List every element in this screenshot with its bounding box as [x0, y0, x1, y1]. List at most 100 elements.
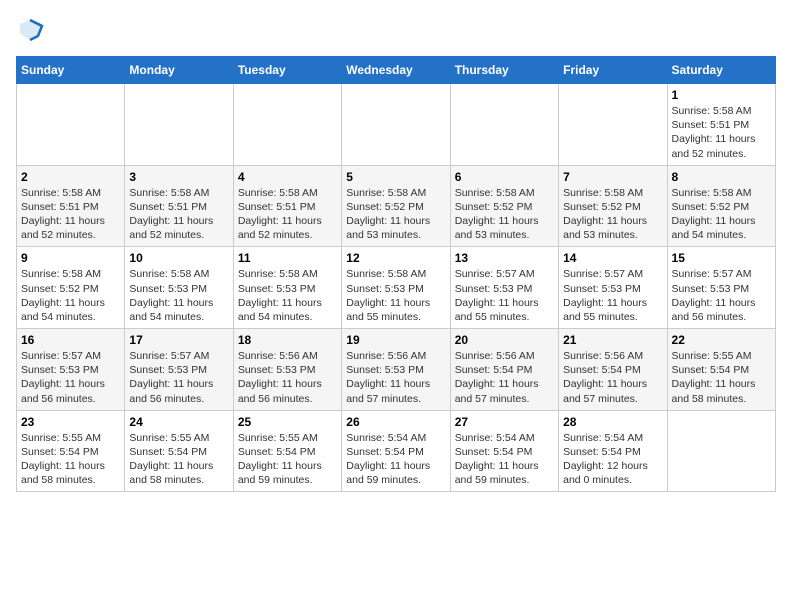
calendar-header-saturday: Saturday — [667, 57, 775, 84]
calendar-cell: 15 Sunrise: 5:57 AM Sunset: 5:53 PM Dayli… — [667, 247, 775, 329]
calendar-week-row: 16 Sunrise: 5:57 AM Sunset: 5:53 PM Dayli… — [17, 329, 776, 411]
calendar-week-row: 2 Sunrise: 5:58 AM Sunset: 5:51 PM Daylig… — [17, 165, 776, 247]
day-info: Sunrise: 5:54 AM Sunset: 5:54 PM Dayligh… — [346, 431, 445, 488]
day-number: 17 — [129, 333, 228, 347]
calendar-cell — [342, 84, 450, 166]
calendar-cell — [450, 84, 558, 166]
calendar-cell: 28 Sunrise: 5:54 AM Sunset: 5:54 PM Dayli… — [559, 410, 667, 492]
day-info: Sunrise: 5:58 AM Sunset: 5:53 PM Dayligh… — [238, 267, 337, 324]
page-header — [16, 16, 776, 44]
calendar-week-row: 9 Sunrise: 5:58 AM Sunset: 5:52 PM Daylig… — [17, 247, 776, 329]
calendar-cell: 4Sunrise: 5:58 AM Sunset: 5:51 PM Daylig… — [233, 165, 341, 247]
day-number: 8 — [672, 170, 771, 184]
day-number: 16 — [21, 333, 120, 347]
calendar-header-friday: Friday — [559, 57, 667, 84]
calendar-cell: 25 Sunrise: 5:55 AM Sunset: 5:54 PM Dayli… — [233, 410, 341, 492]
day-number: 19 — [346, 333, 445, 347]
day-info: Sunrise: 5:56 AM Sunset: 5:53 PM Dayligh… — [238, 349, 337, 406]
day-info: Sunrise: 5:56 AM Sunset: 5:54 PM Dayligh… — [455, 349, 554, 406]
calendar-cell: 17Sunrise: 5:57 AM Sunset: 5:53 PM Dayli… — [125, 329, 233, 411]
day-number: 26 — [346, 415, 445, 429]
day-info: Sunrise: 5:57 AM Sunset: 5:53 PM Dayligh… — [21, 349, 120, 406]
calendar-cell: 11 Sunrise: 5:58 AM Sunset: 5:53 PM Dayli… — [233, 247, 341, 329]
calendar-cell: 24 Sunrise: 5:55 AM Sunset: 5:54 PM Dayli… — [125, 410, 233, 492]
day-info: Sunrise: 5:56 AM Sunset: 5:53 PM Dayligh… — [346, 349, 445, 406]
day-number: 14 — [563, 251, 662, 265]
calendar-cell — [125, 84, 233, 166]
day-info: Sunrise: 5:57 AM Sunset: 5:53 PM Dayligh… — [563, 267, 662, 324]
calendar-header-thursday: Thursday — [450, 57, 558, 84]
calendar-cell: 20 Sunrise: 5:56 AM Sunset: 5:54 PM Dayli… — [450, 329, 558, 411]
calendar-header-row: SundayMondayTuesdayWednesdayThursdayFrid… — [17, 57, 776, 84]
calendar-cell: 6 Sunrise: 5:58 AM Sunset: 5:52 PM Daylig… — [450, 165, 558, 247]
day-number: 9 — [21, 251, 120, 265]
day-info: Sunrise: 5:58 AM Sunset: 5:51 PM Dayligh… — [129, 186, 228, 243]
calendar-cell: 7 Sunrise: 5:58 AM Sunset: 5:52 PM Daylig… — [559, 165, 667, 247]
day-number: 1 — [672, 88, 771, 102]
day-info: Sunrise: 5:58 AM Sunset: 5:51 PM Dayligh… — [21, 186, 120, 243]
day-number: 2 — [21, 170, 120, 184]
calendar-cell: 26 Sunrise: 5:54 AM Sunset: 5:54 PM Dayli… — [342, 410, 450, 492]
day-number: 27 — [455, 415, 554, 429]
calendar-cell: 5Sunrise: 5:58 AM Sunset: 5:52 PM Daylig… — [342, 165, 450, 247]
calendar-header-tuesday: Tuesday — [233, 57, 341, 84]
calendar-cell: 19 Sunrise: 5:56 AM Sunset: 5:53 PM Dayli… — [342, 329, 450, 411]
calendar-cell: 1 Sunrise: 5:58 AM Sunset: 5:51 PM Daylig… — [667, 84, 775, 166]
calendar-cell: 16 Sunrise: 5:57 AM Sunset: 5:53 PM Dayli… — [17, 329, 125, 411]
day-number: 24 — [129, 415, 228, 429]
day-info: Sunrise: 5:58 AM Sunset: 5:53 PM Dayligh… — [129, 267, 228, 324]
day-info: Sunrise: 5:58 AM Sunset: 5:52 PM Dayligh… — [563, 186, 662, 243]
calendar-cell: 14 Sunrise: 5:57 AM Sunset: 5:53 PM Dayli… — [559, 247, 667, 329]
calendar-header-sunday: Sunday — [17, 57, 125, 84]
day-info: Sunrise: 5:58 AM Sunset: 5:53 PM Dayligh… — [346, 267, 445, 324]
day-number: 23 — [21, 415, 120, 429]
day-number: 7 — [563, 170, 662, 184]
day-number: 15 — [672, 251, 771, 265]
calendar-cell: 10 Sunrise: 5:58 AM Sunset: 5:53 PM Dayli… — [125, 247, 233, 329]
day-info: Sunrise: 5:58 AM Sunset: 5:51 PM Dayligh… — [672, 104, 771, 161]
calendar-cell: 23 Sunrise: 5:55 AM Sunset: 5:54 PM Dayli… — [17, 410, 125, 492]
day-info: Sunrise: 5:55 AM Sunset: 5:54 PM Dayligh… — [238, 431, 337, 488]
logo-icon — [16, 16, 44, 44]
day-number: 11 — [238, 251, 337, 265]
day-info: Sunrise: 5:58 AM Sunset: 5:52 PM Dayligh… — [21, 267, 120, 324]
calendar-table: SundayMondayTuesdayWednesdayThursdayFrid… — [16, 56, 776, 492]
calendar-cell: 12 Sunrise: 5:58 AM Sunset: 5:53 PM Dayli… — [342, 247, 450, 329]
day-info: Sunrise: 5:55 AM Sunset: 5:54 PM Dayligh… — [129, 431, 228, 488]
day-info: Sunrise: 5:57 AM Sunset: 5:53 PM Dayligh… — [455, 267, 554, 324]
calendar-cell: 9 Sunrise: 5:58 AM Sunset: 5:52 PM Daylig… — [17, 247, 125, 329]
day-number: 12 — [346, 251, 445, 265]
day-number: 10 — [129, 251, 228, 265]
calendar-week-row: 1 Sunrise: 5:58 AM Sunset: 5:51 PM Daylig… — [17, 84, 776, 166]
day-number: 22 — [672, 333, 771, 347]
day-info: Sunrise: 5:58 AM Sunset: 5:52 PM Dayligh… — [455, 186, 554, 243]
calendar-cell: 21Sunrise: 5:56 AM Sunset: 5:54 PM Dayli… — [559, 329, 667, 411]
logo — [16, 16, 48, 44]
calendar-cell: 18 Sunrise: 5:56 AM Sunset: 5:53 PM Dayli… — [233, 329, 341, 411]
calendar-cell: 13 Sunrise: 5:57 AM Sunset: 5:53 PM Dayli… — [450, 247, 558, 329]
day-number: 28 — [563, 415, 662, 429]
day-info: Sunrise: 5:55 AM Sunset: 5:54 PM Dayligh… — [21, 431, 120, 488]
calendar-header-monday: Monday — [125, 57, 233, 84]
calendar-cell: 8 Sunrise: 5:58 AM Sunset: 5:52 PM Daylig… — [667, 165, 775, 247]
day-info: Sunrise: 5:55 AM Sunset: 5:54 PM Dayligh… — [672, 349, 771, 406]
day-info: Sunrise: 5:58 AM Sunset: 5:51 PM Dayligh… — [238, 186, 337, 243]
calendar-cell — [667, 410, 775, 492]
calendar-week-row: 23 Sunrise: 5:55 AM Sunset: 5:54 PM Dayli… — [17, 410, 776, 492]
calendar-cell: 22 Sunrise: 5:55 AM Sunset: 5:54 PM Dayli… — [667, 329, 775, 411]
calendar-cell — [233, 84, 341, 166]
day-number: 20 — [455, 333, 554, 347]
calendar-cell — [17, 84, 125, 166]
calendar-cell: 2 Sunrise: 5:58 AM Sunset: 5:51 PM Daylig… — [17, 165, 125, 247]
calendar-cell: 3 Sunrise: 5:58 AM Sunset: 5:51 PM Daylig… — [125, 165, 233, 247]
day-number: 13 — [455, 251, 554, 265]
day-number: 6 — [455, 170, 554, 184]
day-number: 18 — [238, 333, 337, 347]
day-info: Sunrise: 5:58 AM Sunset: 5:52 PM Dayligh… — [672, 186, 771, 243]
calendar-cell — [559, 84, 667, 166]
day-info: Sunrise: 5:57 AM Sunset: 5:53 PM Dayligh… — [672, 267, 771, 324]
day-number: 3 — [129, 170, 228, 184]
day-info: Sunrise: 5:56 AM Sunset: 5:54 PM Dayligh… — [563, 349, 662, 406]
day-number: 25 — [238, 415, 337, 429]
day-info: Sunrise: 5:54 AM Sunset: 5:54 PM Dayligh… — [563, 431, 662, 488]
